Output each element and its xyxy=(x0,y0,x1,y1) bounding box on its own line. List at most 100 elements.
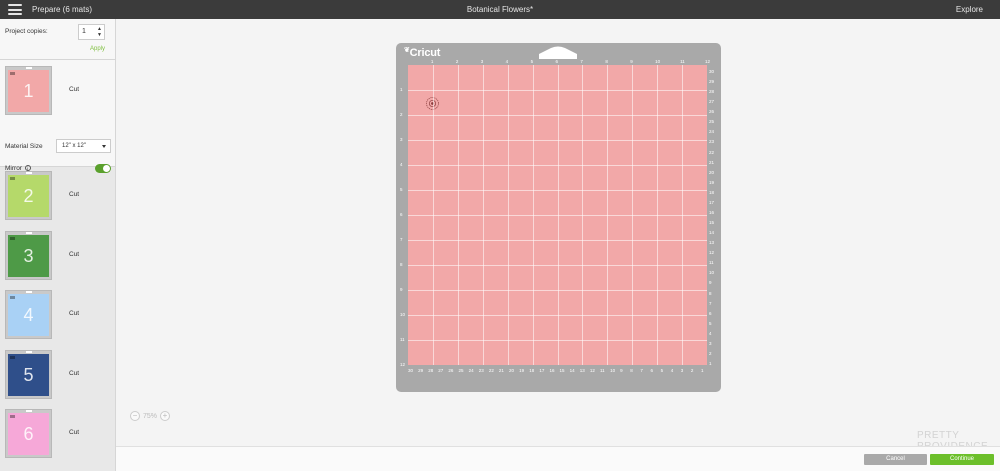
ruler-tick: 8 xyxy=(400,262,403,267)
mat-thumbnail-3[interactable]: 3 xyxy=(5,231,52,280)
ruler-tick: 7 xyxy=(400,237,403,242)
material-size-label: Material Size xyxy=(5,143,43,150)
mat-thumbnail-5[interactable]: 5 xyxy=(5,350,52,399)
cancel-button[interactable]: Cancel xyxy=(864,454,927,465)
apply-button[interactable]: Apply xyxy=(90,46,105,52)
ruler-tick: 8 xyxy=(605,59,608,64)
ruler-tick: 7 xyxy=(640,368,643,373)
ruler-tick: 14 xyxy=(569,368,575,373)
ruler-tick: 5 xyxy=(530,59,534,64)
project-copies-value: 1 xyxy=(82,28,86,35)
ruler-tick: 5 xyxy=(709,320,712,326)
ruler-tick: 25 xyxy=(458,368,464,373)
footer-bar: Cancel Continue xyxy=(116,446,1000,471)
zoom-level: 75% xyxy=(143,412,158,420)
ruler-tick: 13 xyxy=(579,368,585,373)
ruler-tick: 14 xyxy=(709,230,715,236)
project-copies-label: Project copies: xyxy=(5,28,48,35)
ruler-tick: 11 xyxy=(599,368,605,373)
ruler-tick: 12 xyxy=(589,368,595,373)
ruler-tick: 3 xyxy=(680,368,684,373)
ruler-tick: 28 xyxy=(428,368,434,373)
grid-line xyxy=(408,340,707,341)
mat-number: 3 xyxy=(23,245,34,266)
mini-design-icon xyxy=(10,177,15,180)
grid-line xyxy=(582,65,584,365)
mat-number: 5 xyxy=(23,364,34,385)
zoom-in-button[interactable]: + xyxy=(160,411,171,421)
continue-button[interactable]: Continue xyxy=(930,454,994,465)
ruler-tick: 25 xyxy=(709,119,715,125)
ruler-tick: 15 xyxy=(559,368,565,373)
ruler-tick: 30 xyxy=(408,368,414,373)
grid-line xyxy=(408,215,707,216)
mat-thumbnail-6[interactable]: 6 xyxy=(5,409,52,458)
mirror-toggle[interactable] xyxy=(95,164,111,173)
cutting-mat: ❦Cricut 1 2 3 4 5 6 7 8 9 10 11 12 1 2 3 4 5 6 7 8 9 10 11 12 30… xyxy=(396,43,721,392)
zoom-control: − 75% + xyxy=(130,410,171,422)
mat-swatch: 2 xyxy=(8,175,49,217)
grid-line xyxy=(632,65,634,365)
ruler-tick: 21 xyxy=(709,159,715,165)
ruler-tick: 10 xyxy=(655,59,661,64)
copies-stepper[interactable]: ▲ ▼ xyxy=(96,26,103,39)
ruler-tick: 22 xyxy=(488,368,494,373)
ruler-tick: 9 xyxy=(620,368,623,373)
ruler-tick: 20 xyxy=(509,368,515,373)
mat-tab xyxy=(26,172,32,174)
ruler-tick: 29 xyxy=(709,79,715,85)
mat-tab xyxy=(26,232,32,234)
mat-action-label: Cut xyxy=(69,370,80,377)
mat-thumbnail-1[interactable]: 1 xyxy=(5,66,52,115)
ruler-tick: 1 xyxy=(430,59,434,64)
mat-number: 2 xyxy=(23,185,34,206)
material-size-select[interactable]: 12" x 12" xyxy=(56,139,111,153)
ruler-tick: 27 xyxy=(709,99,715,105)
ruler-tick: 16 xyxy=(709,209,715,215)
grid-line xyxy=(607,65,609,365)
ruler-tick: 12 xyxy=(705,59,711,64)
mat-cut-area[interactable] xyxy=(408,65,707,365)
hamburger-menu-icon[interactable] xyxy=(8,4,22,15)
zoom-out-button[interactable]: − xyxy=(130,411,140,421)
ruler-tick: 16 xyxy=(549,368,555,373)
prepare-label: Prepare (6 mats) xyxy=(32,5,93,14)
cricut-logo: ❦Cricut xyxy=(404,47,441,59)
ruler-tick: 17 xyxy=(709,199,715,205)
project-copies-input[interactable]: 1 ▲ ▼ xyxy=(78,24,105,40)
ruler-tick: 10 xyxy=(610,368,616,373)
ruler-tick: 1 xyxy=(400,87,403,92)
mat-swatch: 1 xyxy=(8,70,49,112)
grid-line xyxy=(657,65,659,365)
ruler-tick: 20 xyxy=(709,169,715,175)
ruler-tick: 6 xyxy=(650,368,653,373)
mini-design-icon xyxy=(10,296,15,299)
mat-thumbnail-4[interactable]: 4 xyxy=(5,290,52,339)
mat-thumbnail-2[interactable]: 2 xyxy=(5,171,52,220)
explore-button[interactable]: Explore xyxy=(956,5,983,14)
mat-swatch: 6 xyxy=(8,413,49,455)
ruler-tick: 24 xyxy=(468,368,474,373)
grid-line xyxy=(408,290,707,291)
ruler-tick: 7 xyxy=(580,59,583,64)
toggle-knob xyxy=(103,165,110,172)
mat-swatch: 4 xyxy=(8,294,49,336)
mat-tab xyxy=(26,291,32,293)
ruler-tick: 30 xyxy=(709,69,715,74)
ruler-tick: 9 xyxy=(400,287,403,292)
mat-number: 4 xyxy=(23,304,34,325)
ruler-tick: 27 xyxy=(438,368,444,373)
mini-design-icon xyxy=(10,356,15,359)
ruler-tick: 29 xyxy=(418,368,424,373)
ruler-tick: 11 xyxy=(400,337,405,342)
mat-notch-icon xyxy=(539,46,577,59)
grid-line xyxy=(682,65,684,365)
project-title: Botanical Flowers* xyxy=(466,5,534,14)
ruler-tick: 28 xyxy=(709,89,715,95)
stepper-down-icon[interactable]: ▼ xyxy=(96,32,103,38)
mat-tab xyxy=(26,67,32,69)
mat-action-label: Cut xyxy=(69,310,80,317)
ruler-tick: 2 xyxy=(400,112,403,117)
ruler-tick: 19 xyxy=(709,179,715,185)
project-copies-panel: Project copies: 1 ▲ ▼ Apply xyxy=(0,19,115,60)
